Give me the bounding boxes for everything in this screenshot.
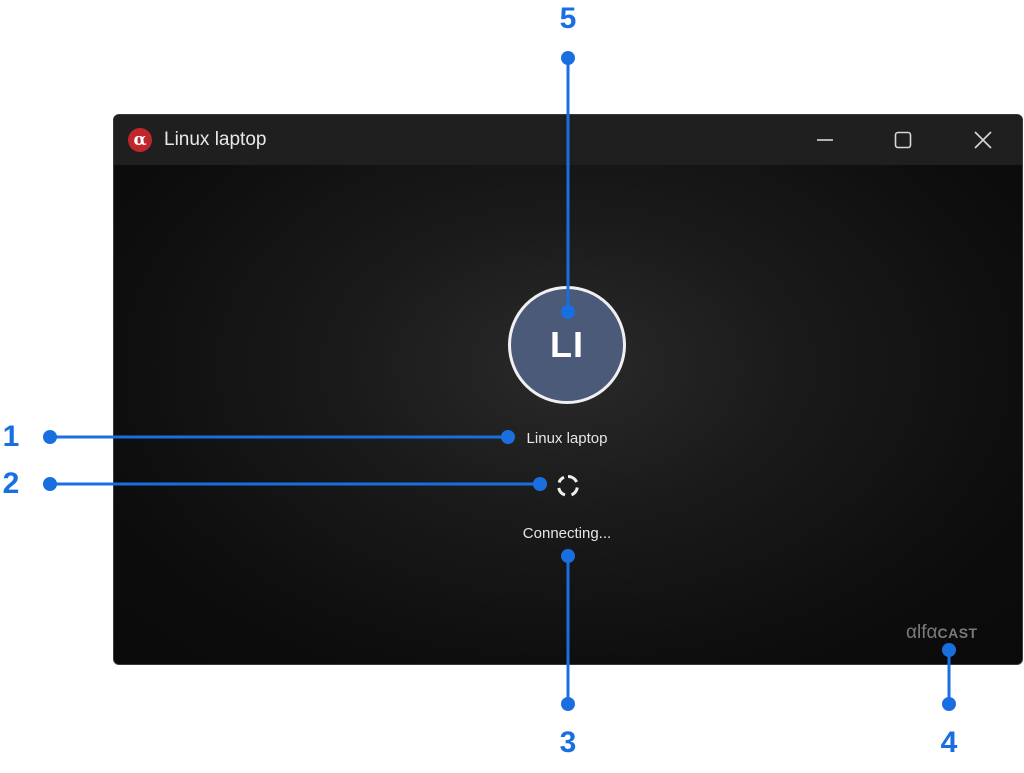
callout-number-1: 1 xyxy=(2,420,20,453)
callout-dot-2-start xyxy=(43,477,57,491)
callout-number-3: 3 xyxy=(559,726,577,759)
window-title: Linux laptop xyxy=(164,129,267,150)
close-button[interactable] xyxy=(944,115,1022,165)
app-logo-icon: α xyxy=(128,128,152,152)
maximize-icon xyxy=(894,131,912,149)
brand-logo-part2: CAST xyxy=(937,625,978,641)
loading-spinner-icon xyxy=(557,475,579,497)
callout-dot-3-end xyxy=(561,697,575,711)
minimize-icon xyxy=(817,139,833,141)
callout-number-5: 5 xyxy=(559,2,577,35)
device-name-label: Linux laptop xyxy=(526,430,608,447)
app-window: α Linux laptop LI Linux laptop Connectin… xyxy=(113,114,1023,665)
title-bar[interactable]: α Linux laptop xyxy=(114,115,1022,165)
minimize-button[interactable] xyxy=(786,115,864,165)
connection-status-text: Connecting... xyxy=(522,525,612,542)
callout-number-4: 4 xyxy=(940,726,958,759)
device-avatar: LI xyxy=(508,286,626,404)
alfacast-logo: αlfαCAST xyxy=(906,622,978,644)
connection-panel: LI Linux laptop Connecting... αlfαCAST xyxy=(114,165,1022,664)
brand-logo-part1: αlfα xyxy=(906,622,938,643)
callout-dot-4-end xyxy=(942,697,956,711)
callout-dot-5-top xyxy=(561,51,575,65)
annotated-screenshot: α Linux laptop LI Linux laptop Connectin… xyxy=(0,0,1024,773)
callout-number-2: 2 xyxy=(2,467,20,500)
close-icon xyxy=(974,131,992,149)
maximize-button[interactable] xyxy=(864,115,942,165)
callout-dot-1-start xyxy=(43,430,57,444)
